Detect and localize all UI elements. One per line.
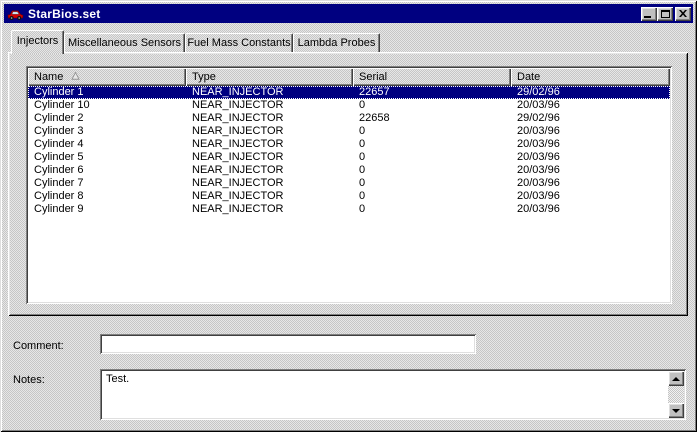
column-header-label: Name (34, 71, 64, 83)
cell-type: NEAR_INJECTOR (192, 99, 284, 111)
cell-date: 20/03/96 (517, 177, 560, 189)
scrollbar-track[interactable] (668, 386, 684, 403)
cell-name: Cylinder 4 (34, 138, 84, 150)
cell-type: NEAR_INJECTOR (192, 164, 284, 176)
table-row[interactable]: Cylinder 2 NEAR_INJECTOR 22658 29/02/96 (28, 112, 670, 125)
cell-type: NEAR_INJECTOR (192, 190, 284, 202)
notes-label: Notes: (13, 374, 45, 386)
cell-serial: 0 (359, 190, 366, 202)
comment-label: Comment: (13, 340, 64, 352)
tab-injectors[interactable]: Injectors (11, 30, 64, 54)
cell-serial: 0 (359, 125, 366, 137)
cell-date: 20/03/96 (517, 99, 560, 111)
cell-serial: 0 (359, 138, 366, 150)
notes-scrollbar[interactable] (668, 371, 684, 418)
tab-lambda-probes[interactable]: Lambda Probes (293, 33, 380, 52)
table-row[interactable]: Cylinder 8 NEAR_INJECTOR 0 20/03/96 (28, 190, 670, 203)
cell-type: NEAR_INJECTOR (192, 138, 284, 150)
cell-serial: 22657 (359, 86, 390, 98)
cell-name: Cylinder 5 (34, 151, 84, 163)
table-row[interactable]: Cylinder 10 NEAR_INJECTOR 0 20/03/96 (28, 99, 670, 112)
column-header-serial[interactable]: Serial (353, 68, 511, 86)
cell-type: NEAR_INJECTOR (192, 177, 284, 189)
cell-type: NEAR_INJECTOR (192, 151, 284, 163)
cell-date: 20/03/96 (517, 164, 560, 176)
cell-name: Cylinder 10 (34, 99, 90, 111)
table-row[interactable]: Cylinder 3 NEAR_INJECTOR 0 20/03/96 (28, 125, 670, 138)
cell-name: Cylinder 2 (34, 112, 84, 124)
maximize-icon[interactable] (657, 6, 673, 21)
cell-serial: 0 (359, 99, 366, 111)
table-row[interactable]: Cylinder 6 NEAR_INJECTOR 0 20/03/96 (28, 164, 670, 177)
tab-fuel-mass-constants[interactable]: Fuel Mass Constants (185, 33, 293, 52)
cell-name: Cylinder 9 (34, 203, 84, 215)
table-row[interactable]: Cylinder 1 NEAR_INJECTOR 22657 29/02/96 (28, 86, 670, 99)
cell-name: Cylinder 3 (34, 125, 84, 137)
column-header-name[interactable]: Name (28, 68, 186, 86)
cell-type: NEAR_INJECTOR (192, 125, 284, 137)
table-row[interactable]: Cylinder 7 NEAR_INJECTOR 0 20/03/96 (28, 177, 670, 190)
cell-name: Cylinder 8 (34, 190, 84, 202)
title-bar[interactable]: StarBios.set (4, 4, 693, 23)
cell-name: Cylinder 1 (34, 86, 84, 98)
sort-ascending-icon (71, 71, 81, 83)
cell-serial: 0 (359, 151, 366, 163)
cell-serial: 0 (359, 177, 366, 189)
table-row[interactable]: Cylinder 4 NEAR_INJECTOR 0 20/03/96 (28, 138, 670, 151)
cell-date: 29/02/96 (517, 112, 560, 124)
cell-date: 20/03/96 (517, 151, 560, 163)
window-title: StarBios.set (28, 6, 101, 21)
cell-date: 29/02/96 (517, 86, 560, 98)
cell-name: Cylinder 6 (34, 164, 84, 176)
notes-text: Test. (106, 373, 130, 385)
cell-type: NEAR_INJECTOR (192, 86, 284, 98)
minimize-icon[interactable] (641, 6, 657, 21)
column-header-type[interactable]: Type (186, 68, 353, 86)
car-icon (7, 7, 24, 21)
cell-date: 20/03/96 (517, 203, 560, 215)
table-row[interactable]: Cylinder 9 NEAR_INJECTOR 0 20/03/96 (28, 203, 670, 216)
cell-name: Cylinder 7 (34, 177, 84, 189)
tab-miscellaneous-sensors[interactable]: Miscellaneous Sensors (64, 33, 185, 52)
close-icon[interactable] (675, 6, 691, 21)
window-controls (641, 6, 691, 21)
app-window: StarBios.set Injectors Miscellaneous Sen… (0, 0, 697, 432)
cell-type: NEAR_INJECTOR (192, 112, 284, 124)
cell-serial: 22658 (359, 112, 390, 124)
list-header: Name Type Serial Date (28, 68, 670, 86)
table-row[interactable]: Cylinder 5 NEAR_INJECTOR 0 20/03/96 (28, 151, 670, 164)
injectors-list: Name Type Serial Date Cylinder 1 NEAR_INJ… (26, 66, 672, 304)
notes-input[interactable]: Test. (100, 369, 686, 420)
cell-serial: 0 (359, 203, 366, 215)
scroll-up-icon[interactable] (668, 371, 684, 386)
scroll-down-icon[interactable] (668, 403, 684, 418)
comment-input[interactable] (100, 334, 476, 354)
cell-serial: 0 (359, 164, 366, 176)
cell-date: 20/03/96 (517, 190, 560, 202)
cell-date: 20/03/96 (517, 138, 560, 150)
cell-date: 20/03/96 (517, 125, 560, 137)
list-body: Cylinder 1 NEAR_INJECTOR 22657 29/02/96 Cyli… (28, 86, 670, 216)
column-header-date[interactable]: Date (511, 68, 670, 86)
cell-type: NEAR_INJECTOR (192, 203, 284, 215)
